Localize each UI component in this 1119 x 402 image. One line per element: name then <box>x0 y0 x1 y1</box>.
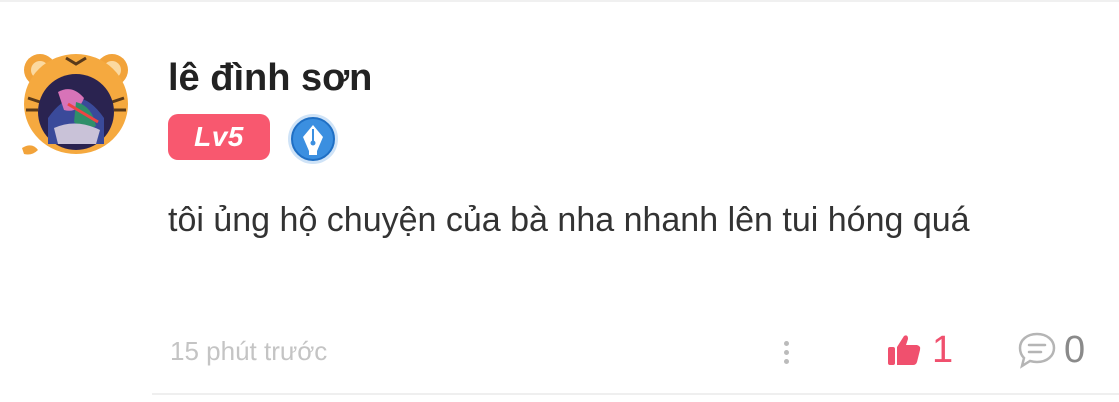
like-count: 1 <box>932 329 954 371</box>
reply-count: 0 <box>1064 329 1086 371</box>
comment-text: tôi ủng hộ chuyện của bà nha nhanh lên t… <box>168 201 970 239</box>
top-divider <box>0 0 1119 2</box>
reply-button[interactable]: 0 <box>1016 328 1085 372</box>
writer-badge <box>287 113 339 165</box>
user-avatar[interactable] <box>18 48 134 158</box>
more-options-button[interactable] <box>770 332 802 372</box>
speech-bubble-icon <box>1018 332 1056 369</box>
level-badge: Lv5 <box>168 114 270 160</box>
bottom-divider <box>152 393 1119 395</box>
like-button[interactable]: 1 <box>886 328 953 372</box>
pen-nib-badge-icon <box>288 114 338 164</box>
tiger-avatar-icon <box>22 54 128 155</box>
comment-author[interactable]: lê đình sơn <box>168 56 372 100</box>
comment-timestamp: 15 phút trước <box>170 336 328 366</box>
vertical-dots-icon <box>783 340 789 346</box>
thumbs-up-icon <box>888 335 921 365</box>
